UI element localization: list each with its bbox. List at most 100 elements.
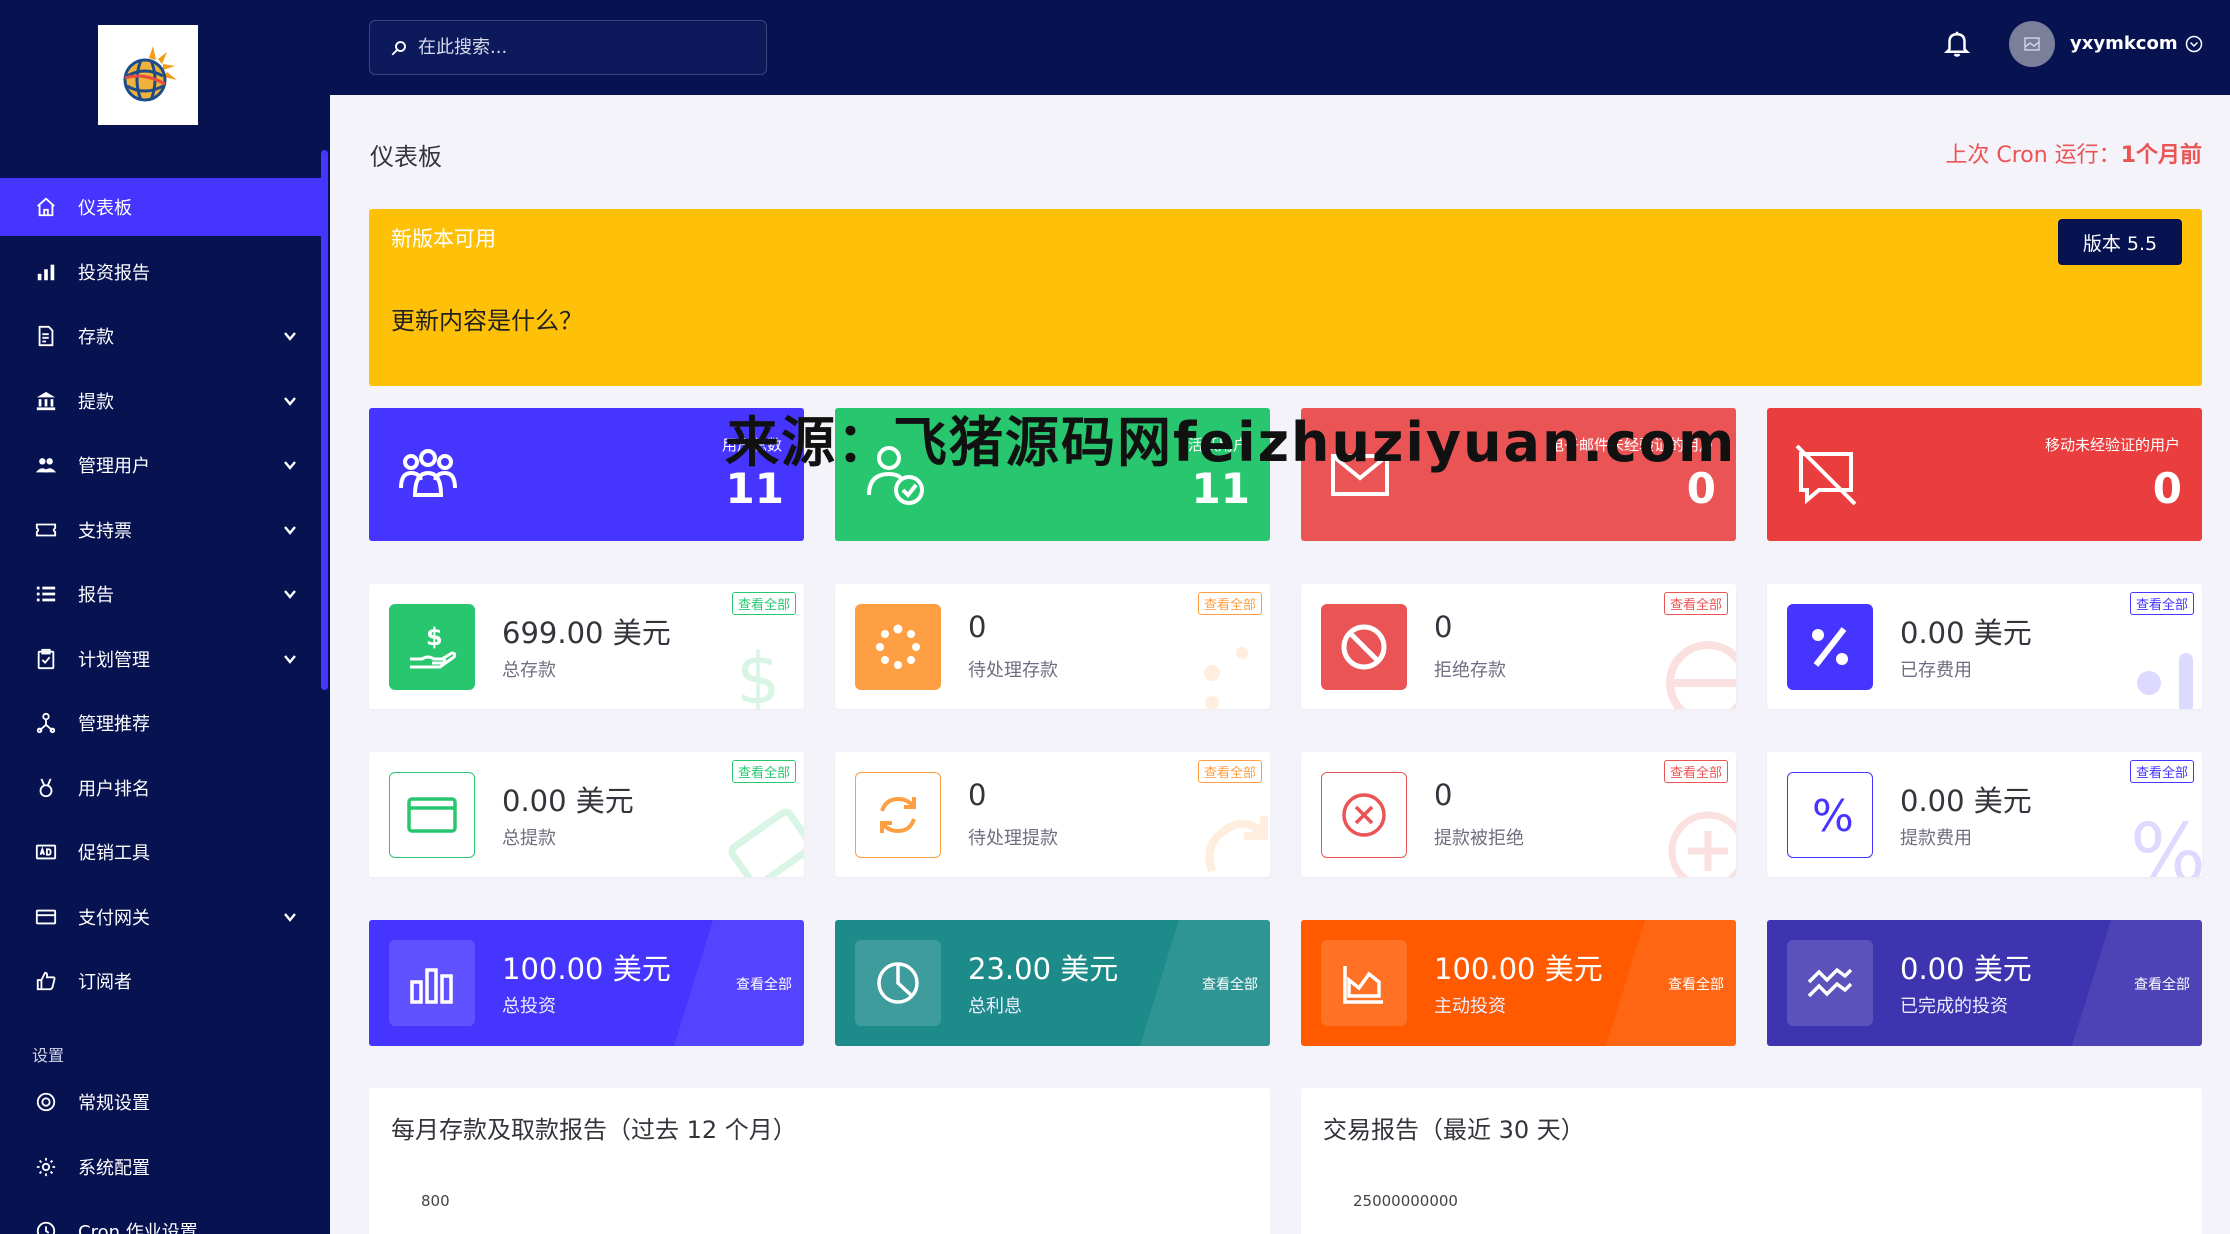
axis-tick-label: 25000000000 [1353, 1192, 1458, 1210]
stat-icon-box [1321, 772, 1407, 858]
stat-value: 0.00 美元 [1900, 784, 2032, 818]
chevron-down-circle-icon[interactable] [2185, 35, 2203, 53]
sidebar-item-user-ranking[interactable]: 用户排名 [0, 759, 321, 817]
chart-bars-icon [410, 968, 453, 1004]
sidebar-item-label: 促销工具 [78, 843, 150, 864]
stat-pending-withdraw: 0 待处理提款 查看全部 [835, 752, 1270, 877]
stat-withdraw-charge: % 0.00 美元 提款费用 查看全部 % [1767, 752, 2202, 877]
view-all-badge[interactable]: 查看全部 [731, 760, 796, 783]
stat-label: 已存费用 [1900, 660, 1972, 681]
sidebar-item-subscribers[interactable]: 订阅者 [0, 952, 321, 1010]
sidebar-item-label: 计划管理 [78, 649, 150, 671]
chevron-down-icon [284, 912, 296, 922]
sidebar-item-plan-management[interactable]: 计划管理 [0, 630, 321, 688]
card-mobile-unverified[interactable]: 移动未经验证的用户 0 [1767, 408, 2202, 541]
view-all-badge[interactable]: 查看全部 [2129, 760, 2194, 783]
stat-label: 提款费用 [1900, 828, 1972, 849]
chevron-down-icon [284, 461, 296, 470]
sidebar-item-label: 存款 [78, 327, 114, 348]
sidebar-item-promotion-tools[interactable]: 促销工具 [0, 823, 321, 881]
svg-text:$: $ [426, 623, 443, 651]
ad-icon [34, 840, 58, 864]
stat-label: 拒绝存款 [1434, 660, 1506, 681]
sidebar-item-manage-users[interactable]: 管理用户 [0, 436, 321, 494]
search-input[interactable] [418, 37, 738, 58]
sidebar-item-general-settings[interactable]: 常规设置 [0, 1073, 321, 1131]
users-icon [34, 453, 58, 477]
view-all-badge[interactable]: 查看全部 [1197, 592, 1262, 615]
invest-value: 100.00 美元 [1434, 952, 1603, 986]
page-title: 仪表板 [370, 143, 442, 171]
sidebar-item-label: 支付网关 [78, 907, 150, 929]
chart-wave-icon [1807, 967, 1853, 998]
sidebar-settings-menu: 常规设置 系统配置 Cron 作业设置 [0, 1073, 321, 1234]
chevron-down-icon [284, 654, 296, 664]
avatar[interactable] [2009, 21, 2055, 67]
dollar-bg-icon: $ [736, 638, 781, 709]
bell-icon[interactable] [1942, 28, 1972, 58]
card-bg-icon [728, 808, 804, 877]
stat-deposit-charge: 0.00 美元 已存费用 查看全部 [1767, 584, 2202, 709]
view-all-link[interactable]: 查看全部 [1668, 974, 1724, 994]
topbar: yxymkcom [330, 0, 2230, 95]
view-all-link[interactable]: 查看全部 [1202, 974, 1258, 994]
view-all-badge[interactable]: 查看全部 [1663, 760, 1728, 783]
view-all-badge[interactable]: 查看全部 [731, 592, 796, 615]
panel-title: 每月存款及取款报告（过去 12 个月） [391, 1116, 797, 1144]
stat-icon-box: $ [389, 604, 475, 690]
sidebar-item-label: 订阅者 [78, 972, 132, 993]
sidebar-item-manage-referrals[interactable]: 管理推荐 [0, 694, 321, 752]
stat-icon-box [855, 772, 941, 858]
invest-label: 主动投资 [1434, 996, 1506, 1017]
update-banner: 新版本可用 更新内容是什么？ 版本 5.5 [369, 209, 2202, 386]
invest-value: 23.00 美元 [968, 952, 1119, 986]
sidebar-item-cron-settings[interactable]: Cron 作业设置 [0, 1202, 321, 1234]
chevron-down-icon [284, 525, 296, 535]
sidebar-item-label: 系统配置 [78, 1157, 150, 1179]
username[interactable]: yxymkcom [2070, 33, 2178, 54]
stat-label: 提款被拒绝 [1434, 828, 1524, 849]
stat-value: 0 [1434, 778, 1453, 812]
bar-chart-icon [34, 260, 58, 284]
times-circle-icon [1342, 793, 1386, 837]
sidebar-item-dashboard[interactable]: 仪表板 [0, 178, 321, 236]
version-button[interactable]: 版本 5.5 [2058, 219, 2182, 265]
banner-subtitle[interactable]: 更新内容是什么？ [391, 301, 583, 336]
logo[interactable] [98, 25, 198, 125]
sidebar-item-system-config[interactable]: 系统配置 [0, 1138, 321, 1196]
view-all-badge[interactable]: 查看全部 [2129, 592, 2194, 615]
sidebar-item-support-tickets[interactable]: 支持票 [0, 501, 321, 559]
sidebar-item-withdrawals[interactable]: 提款 [0, 372, 321, 430]
stat-value: 0 [968, 778, 987, 812]
list-icon [34, 582, 58, 606]
credit-card-outline-icon [407, 797, 457, 833]
view-all-badge[interactable]: 查看全部 [1663, 592, 1728, 615]
percent-bg-icon: % [2130, 807, 2202, 877]
invest-icon-box [1787, 940, 1873, 1026]
sidebar-item-deposits[interactable]: 存款 [0, 307, 321, 365]
view-all-link[interactable]: 查看全部 [736, 974, 792, 994]
stat-label: 总存款 [502, 660, 556, 681]
stat-value: 699.00 美元 [502, 616, 671, 650]
chevron-down-icon [284, 590, 296, 599]
sync-icon [880, 796, 916, 834]
sidebar-item-label: 支持票 [78, 520, 132, 542]
ticket-icon [34, 518, 58, 542]
sidebar-item-reports[interactable]: 报告 [0, 565, 321, 623]
view-all-badge[interactable]: 查看全部 [1197, 760, 1262, 783]
logo-globe-icon [123, 46, 177, 102]
invest-label: 总利息 [968, 996, 1022, 1017]
view-all-link[interactable]: 查看全部 [2134, 974, 2190, 994]
tree-icon [34, 711, 58, 735]
search-box[interactable] [369, 20, 767, 75]
ban-bg-icon [1666, 641, 1736, 709]
svg-text:$: $ [736, 638, 781, 709]
sidebar-item-payment-gateways[interactable]: 支付网关 [0, 888, 321, 946]
sidebar-item-investment-report[interactable]: 投资报告 [0, 243, 321, 301]
axis-tick-label: 800 [421, 1192, 450, 1210]
avatar-image-icon [2024, 37, 2040, 51]
sync-bg-icon [1205, 816, 1268, 873]
sidebar-scrollbar[interactable] [321, 150, 328, 690]
stat-label: 待处理存款 [968, 660, 1058, 681]
stat-icon-box: % [1787, 772, 1873, 858]
